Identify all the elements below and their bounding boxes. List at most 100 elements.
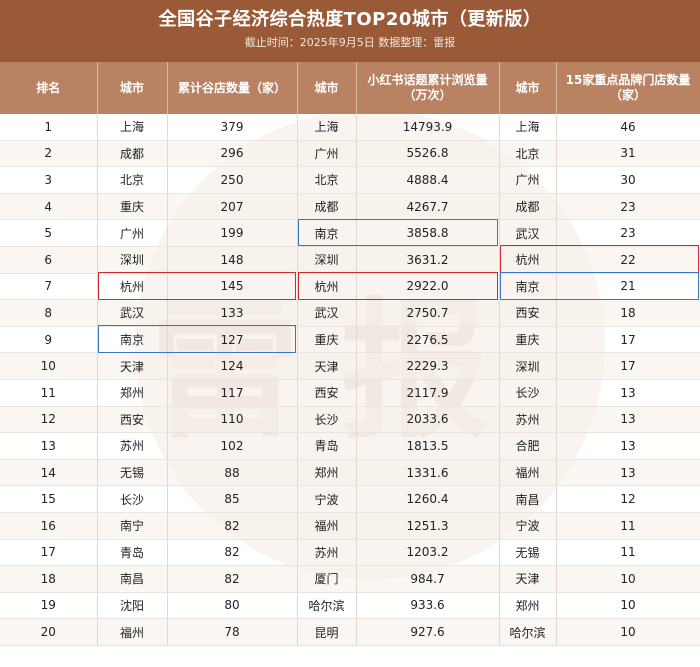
cell-city3: 上海 <box>499 114 557 141</box>
cell-city3: 南昌 <box>499 485 557 513</box>
cell-rank: 3 <box>0 166 98 194</box>
cell-city1: 北京 <box>97 166 168 194</box>
cell-city2: 杭州 <box>297 273 357 301</box>
table-row: 18 南昌 82 厦门 984.7 天津 10 <box>0 565 700 593</box>
cell-rank: 12 <box>0 406 98 434</box>
cell-brands: 13 <box>556 379 700 407</box>
cell-stores: 127 <box>167 326 298 354</box>
table-row: 1 上海 379 上海 14793.9 上海 46 <box>0 114 700 141</box>
cell-city1: 郑州 <box>97 379 168 407</box>
cell-city3: 成都 <box>499 193 557 221</box>
cell-brands: 17 <box>556 326 700 354</box>
cell-city3: 重庆 <box>499 326 557 354</box>
page-header: 全国谷子经济综合热度TOP20城市（更新版） 截止时间：2025年9月5日 数据… <box>0 0 700 62</box>
cell-stores: 117 <box>167 379 298 407</box>
cell-city3: 宁波 <box>499 512 557 540</box>
cell-brands: 11 <box>556 539 700 567</box>
cell-city2: 重庆 <box>297 326 357 354</box>
cell-stores: 88 <box>167 459 298 487</box>
cell-city3: 南京 <box>499 273 557 301</box>
cell-stores: 207 <box>167 193 298 221</box>
cell-rank: 1 <box>0 114 98 141</box>
cell-city2: 成都 <box>297 193 357 221</box>
cell-brands: 12 <box>556 485 700 513</box>
cell-city1: 成都 <box>97 140 168 168</box>
cell-stores: 145 <box>167 273 298 301</box>
cell-city1: 无锡 <box>97 459 168 487</box>
cell-brands: 13 <box>556 406 700 434</box>
cell-stores: 379 <box>167 114 298 141</box>
cell-views: 927.6 <box>356 618 500 646</box>
cell-views: 4267.7 <box>356 193 500 221</box>
cell-city3: 郑州 <box>499 592 557 620</box>
cell-rank: 5 <box>0 219 98 247</box>
table-row: 7 杭州 145 杭州 2922.0 南京 21 <box>0 273 700 301</box>
cell-brands: 31 <box>556 140 700 168</box>
cell-rank: 14 <box>0 459 98 487</box>
cell-rank: 11 <box>0 379 98 407</box>
cell-views: 3631.2 <box>356 246 500 274</box>
cell-city1: 天津 <box>97 352 168 380</box>
cell-city2: 武汉 <box>297 299 357 327</box>
cell-city3: 广州 <box>499 166 557 194</box>
cell-city1: 杭州 <box>97 273 168 301</box>
cell-rank: 9 <box>0 326 98 354</box>
cell-brands: 23 <box>556 219 700 247</box>
cell-stores: 78 <box>167 618 298 646</box>
table-row: 11 郑州 117 西安 2117.9 长沙 13 <box>0 379 700 407</box>
cell-city2: 厦门 <box>297 565 357 593</box>
header-rank: 排名 <box>0 62 98 114</box>
cell-city1: 深圳 <box>97 246 168 274</box>
header-city-brands: 城市 <box>499 62 557 114</box>
cell-city1: 广州 <box>97 219 168 247</box>
cell-city3: 无锡 <box>499 539 557 567</box>
cell-views: 1813.5 <box>356 432 500 460</box>
cell-views: 2117.9 <box>356 379 500 407</box>
cell-views: 2750.7 <box>356 299 500 327</box>
cell-brands: 13 <box>556 432 700 460</box>
cell-brands: 30 <box>556 166 700 194</box>
table-body: 1 上海 379 上海 14793.9 上海 46 2 成都 296 广州 5526.8 北京 31 3 北京… <box>0 114 700 646</box>
table-row: 20 福州 78 昆明 927.6 哈尔滨 10 <box>0 618 700 646</box>
cell-views: 1260.4 <box>356 485 500 513</box>
table-row: 17 青岛 82 苏州 1203.2 无锡 11 <box>0 539 700 567</box>
cell-city3: 武汉 <box>499 219 557 247</box>
cell-city3: 合肥 <box>499 432 557 460</box>
cell-city3: 哈尔滨 <box>499 618 557 646</box>
cell-city3: 长沙 <box>499 379 557 407</box>
cell-brands: 46 <box>556 114 700 141</box>
table-row: 16 南宁 82 福州 1251.3 宁波 11 <box>0 512 700 540</box>
cell-views: 984.7 <box>356 565 500 593</box>
cell-rank: 17 <box>0 539 98 567</box>
cell-rank: 15 <box>0 485 98 513</box>
cell-views: 4888.4 <box>356 166 500 194</box>
cell-rank: 13 <box>0 432 98 460</box>
cell-rank: 4 <box>0 193 98 221</box>
cell-rank: 7 <box>0 273 98 301</box>
table-row: 4 重庆 207 成都 4267.7 成都 23 <box>0 193 700 221</box>
cell-city3: 福州 <box>499 459 557 487</box>
cell-views: 1251.3 <box>356 512 500 540</box>
cell-views: 3858.8 <box>356 219 500 247</box>
cell-city2: 青岛 <box>297 432 357 460</box>
cell-city2: 上海 <box>297 114 357 141</box>
cell-brands: 10 <box>556 592 700 620</box>
cell-city1: 上海 <box>97 114 168 141</box>
cell-stores: 250 <box>167 166 298 194</box>
cell-stores: 296 <box>167 140 298 168</box>
header-views: 小红书话题累计浏览量（万次） <box>356 62 500 114</box>
header-city-stores: 城市 <box>97 62 168 114</box>
table-row: 3 北京 250 北京 4888.4 广州 30 <box>0 166 700 194</box>
cell-stores: 82 <box>167 539 298 567</box>
table-row: 5 广州 199 南京 3858.8 武汉 23 <box>0 219 700 247</box>
cell-city3: 北京 <box>499 140 557 168</box>
cell-city3: 苏州 <box>499 406 557 434</box>
cell-stores: 80 <box>167 592 298 620</box>
cell-city3: 深圳 <box>499 352 557 380</box>
table-row: 12 西安 110 长沙 2033.6 苏州 13 <box>0 406 700 434</box>
cell-rank: 2 <box>0 140 98 168</box>
table-row: 2 成都 296 广州 5526.8 北京 31 <box>0 140 700 168</box>
cell-rank: 16 <box>0 512 98 540</box>
cell-city2: 南京 <box>297 219 357 247</box>
cell-views: 2276.5 <box>356 326 500 354</box>
